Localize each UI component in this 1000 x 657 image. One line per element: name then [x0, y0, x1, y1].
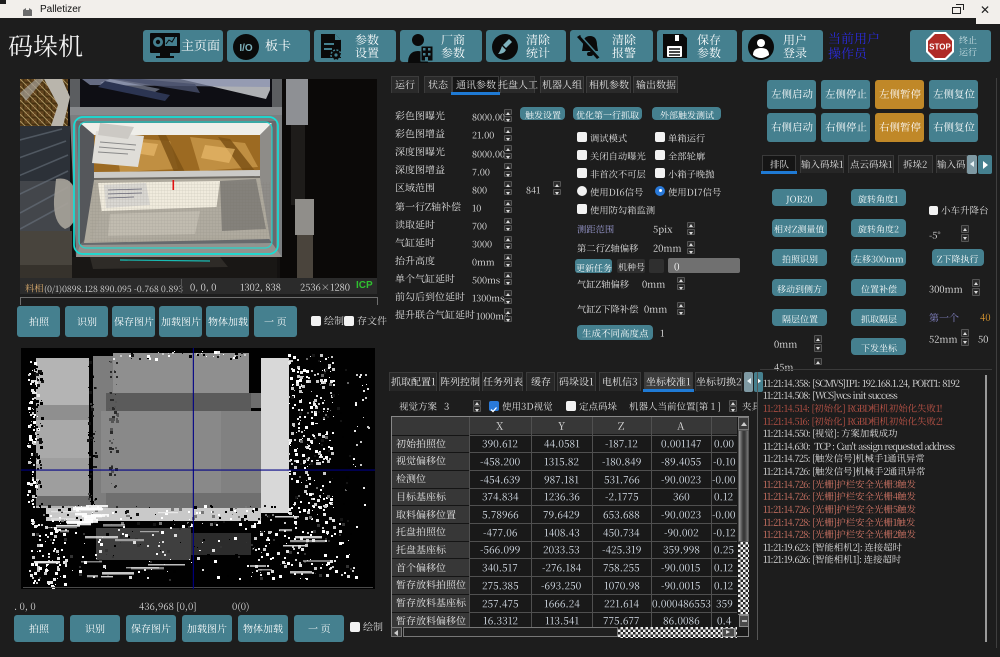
- svg-text:STOP: STOP: [929, 43, 951, 52]
- svg-text:I/O: I/O: [239, 43, 253, 54]
